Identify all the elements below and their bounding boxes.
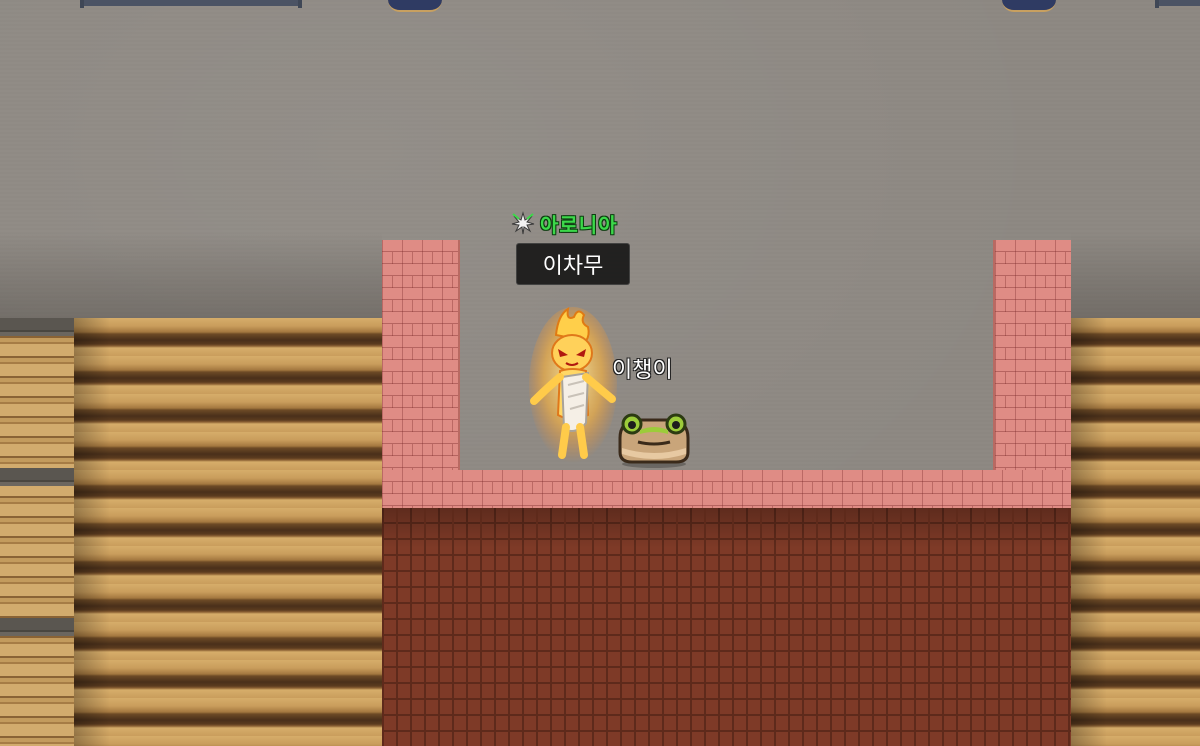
brick-wall-top bbox=[382, 470, 1071, 508]
wall-edge bbox=[993, 240, 995, 470]
game-scene[interactable]: 아로니아 이차무 이챙이 bbox=[0, 0, 1200, 746]
pet-name-label: 이챙이 bbox=[612, 358, 673, 383]
railing-post bbox=[80, 0, 84, 8]
player-name-tag: 이차무 bbox=[516, 243, 630, 285]
brick-pillar-right bbox=[995, 240, 1071, 470]
railing-post bbox=[298, 0, 302, 8]
brick-wall-front bbox=[382, 508, 1071, 746]
brick-pillar-left bbox=[382, 240, 458, 470]
ledge-shadow bbox=[0, 232, 382, 322]
stairs-left bbox=[0, 318, 382, 746]
ledge-shadow bbox=[1071, 232, 1200, 322]
railing-post bbox=[1155, 0, 1159, 8]
blue-pot-object bbox=[388, 0, 442, 12]
player-character[interactable] bbox=[528, 305, 618, 465]
blue-pot-object bbox=[1002, 0, 1056, 12]
top-railing-left bbox=[80, 0, 302, 6]
guild-label: 아로니아 bbox=[510, 209, 618, 237]
top-railing-right bbox=[1155, 0, 1200, 6]
guild-name: 아로니아 bbox=[540, 212, 618, 237]
frog-pet-icon[interactable] bbox=[614, 410, 694, 468]
leaf-emblem-icon bbox=[511, 211, 535, 235]
wall-edge bbox=[458, 240, 460, 470]
stairs-right bbox=[1071, 318, 1200, 746]
